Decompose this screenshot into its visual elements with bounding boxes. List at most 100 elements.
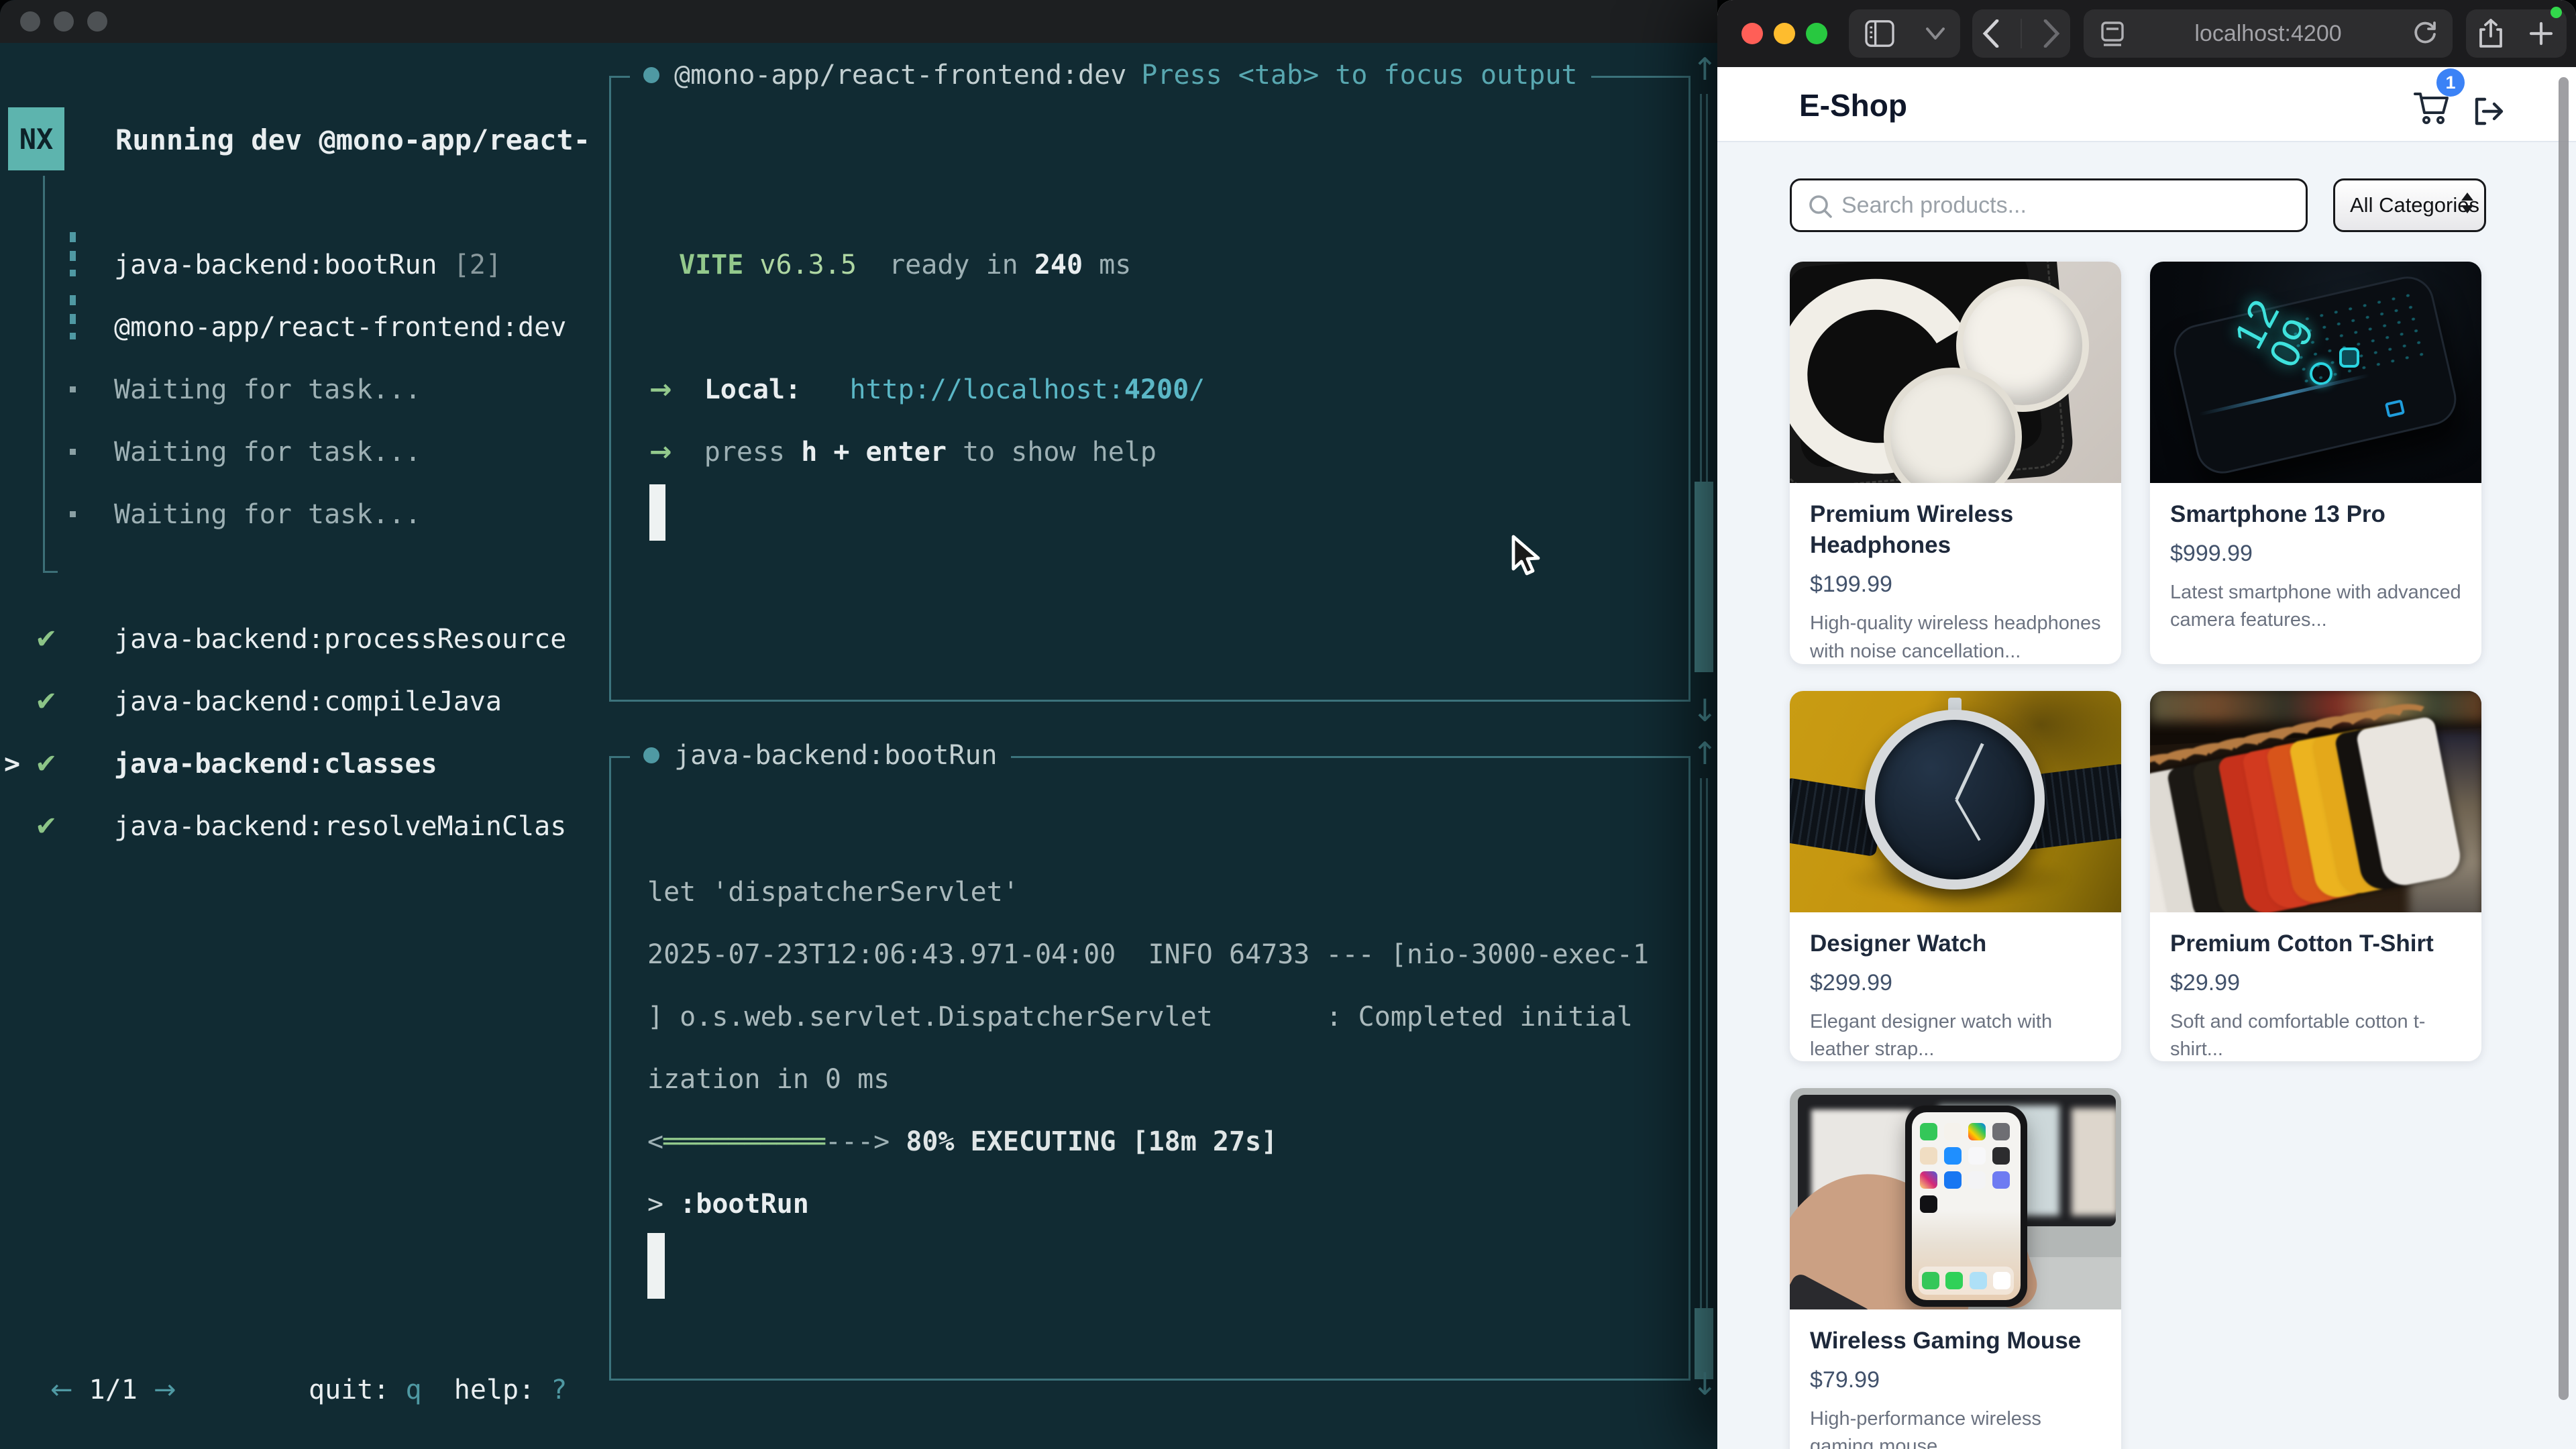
phone-in-hand-image (1790, 1088, 2121, 1309)
product-card-tshirt[interactable]: Premium Cotton T-Shirt $29.99 Soft and c… (2150, 691, 2481, 1061)
log-line: ] o.s.web.servlet.DispatcherServlet : Co… (647, 1004, 1633, 1030)
headphones-image (1790, 262, 2121, 483)
scroll-down-arrow[interactable]: ↓ (1692, 1366, 1717, 1402)
category-select[interactable]: All Categories (2333, 178, 2486, 232)
search-box (1790, 178, 2308, 232)
product-card-watch[interactable]: Designer Watch $299.99 Elegant designer … (1790, 691, 2121, 1061)
running-dot-icon (643, 67, 659, 83)
vite-ready-line: VITE v6.3.5 ready in 240 ms (679, 252, 1131, 278)
log-line: ization in 0 ms (647, 1066, 890, 1093)
product-description: High-performance wireless gaming mouse..… (1810, 1405, 2101, 1449)
product-card-headphones[interactable]: Premium Wireless Headphones $199.99 High… (1790, 262, 2121, 664)
watch-image (1790, 691, 2121, 912)
terminal-window: NX Running dev @mono-app/react- java-bac… (0, 0, 1717, 1449)
zoom-button[interactable] (87, 11, 107, 32)
screen-indicator-dot (2551, 7, 2562, 18)
check-icon: ✔ (35, 751, 58, 777)
product-card-smartphone[interactable]: 1209 Smartphone 13 Pro $999.99 Latest sm… (2150, 262, 2481, 664)
footer-key-hints: quit: q help: ? (309, 1377, 567, 1403)
backend-pane-header: java-backend:bootRun (630, 742, 1011, 769)
scrollbar-track[interactable] (1700, 778, 1708, 1308)
shop-header: E-Shop 1 (1717, 67, 2576, 142)
product-description: Elegant designer watch with leather stra… (1810, 1008, 2101, 1061)
share-icon[interactable] (2479, 19, 2503, 48)
waiting-dot-icon (70, 386, 76, 392)
task-row-compile-java[interactable]: java-backend:compileJava (114, 688, 502, 715)
cart-badge: 1 (2436, 68, 2465, 97)
scroll-up-arrow[interactable]: ↑ (1692, 735, 1717, 771)
divider (2021, 19, 2022, 48)
task-row-waiting: Waiting for task... (114, 439, 421, 466)
sidebar-icon[interactable] (1865, 20, 1894, 47)
task-row-resolve-main-class[interactable]: java-backend:resolveMainClas (114, 813, 566, 840)
close-button[interactable] (20, 11, 40, 32)
back-icon[interactable] (1982, 19, 2000, 48)
shop-title: E-Shop (1799, 87, 1907, 123)
product-description: High-quality wireless headphones with no… (1810, 610, 2101, 664)
log-line: 2025-07-23T12:06:43.971-04:00 INFO 64733… (647, 941, 1649, 968)
scrollbar-track[interactable] (1700, 94, 1708, 482)
product-price: $79.99 (1810, 1367, 2101, 1393)
category-select-value: All Categories (2350, 193, 2479, 217)
terminal-cursor (649, 484, 665, 541)
product-price: $999.99 (2170, 541, 2461, 567)
minimize-button[interactable] (54, 11, 74, 32)
terminal-sidebar-title: Running dev @mono-app/react- (115, 126, 590, 154)
task-row-frontend-dev[interactable]: @mono-app/react-frontend:dev (114, 314, 566, 341)
scrollbar-thumb[interactable] (1695, 482, 1713, 672)
check-icon: ✔ (35, 688, 58, 715)
toolbar-actions (2466, 9, 2567, 58)
safari-window: localhost:4200 E-Shop 1 All Categories (1717, 0, 2576, 1449)
close-button[interactable] (1741, 23, 1763, 44)
scroll-up-arrow[interactable]: ↑ (1692, 51, 1717, 87)
new-tab-icon[interactable] (2528, 21, 2554, 46)
select-stepper-icon (2461, 193, 2473, 213)
smartphone-image: 1209 (2150, 262, 2481, 483)
check-icon: ✔ (35, 626, 58, 653)
chevron-down-icon[interactable] (1926, 28, 1945, 40)
product-name: Smartphone 13 Pro (2170, 499, 2461, 530)
task-tree-guide (43, 176, 58, 573)
product-name: Wireless Gaming Mouse (1810, 1326, 2101, 1356)
browser-scrollbar-thumb[interactable] (2559, 77, 2569, 1400)
product-price: $29.99 (2170, 970, 2461, 996)
terminal-titlebar[interactable] (0, 0, 1717, 43)
search-input[interactable] (1841, 180, 2298, 230)
log-line: let 'dispatcherServlet' (647, 879, 1019, 906)
refresh-icon[interactable] (2412, 21, 2438, 47)
browser-titlebar[interactable]: localhost:4200 (1717, 0, 2576, 67)
task-spinner-icon (70, 232, 76, 276)
selected-task-chevron-icon: > (4, 751, 20, 777)
url-bar[interactable]: localhost:4200 (2084, 9, 2453, 58)
zoom-button[interactable] (1806, 23, 1827, 44)
task-row-classes-selected[interactable]: java-backend:classes (114, 751, 437, 777)
gradle-prompt-line: > :bootRun (647, 1191, 809, 1218)
logout-icon[interactable] (2473, 95, 2505, 127)
nav-buttons (1972, 9, 2070, 58)
task-row-bootrun[interactable]: java-backend:bootRun [2] (114, 252, 502, 278)
product-card-mouse[interactable]: Wireless Gaming Mouse $79.99 High-perfor… (1790, 1088, 2121, 1449)
product-price: $199.99 (1810, 572, 2101, 598)
waiting-dot-icon (70, 511, 76, 517)
forward-icon[interactable] (2043, 19, 2060, 48)
url-text[interactable]: localhost:4200 (2194, 21, 2341, 47)
vite-help-line: → press h + enter to show help (649, 439, 1157, 466)
minimize-button[interactable] (1774, 23, 1795, 44)
vite-local-url-line[interactable]: → Local: http://localhost:4200/ (649, 376, 1205, 403)
sidebar-toggle-group (1849, 9, 1960, 58)
tshirt-rack-image (2150, 691, 2481, 912)
product-description: Latest smartphone with advanced camera f… (2170, 579, 2461, 634)
gradle-progress-line: <══════════---> 80% EXECUTING [18m 27s] (647, 1128, 1277, 1155)
scroll-down-arrow[interactable]: ↓ (1692, 692, 1717, 729)
waiting-dot-icon (70, 449, 76, 455)
reader-icon[interactable] (2101, 21, 2124, 47)
cart-icon[interactable] (2412, 90, 2450, 127)
task-row-waiting: Waiting for task... (114, 376, 421, 403)
task-row-process-resource[interactable]: java-backend:processResource (114, 626, 566, 653)
task-spinner-icon (70, 295, 76, 339)
product-name: Premium Wireless Headphones (1810, 499, 2101, 561)
search-icon (1808, 194, 1833, 219)
product-price: $299.99 (1810, 970, 2101, 996)
pagination[interactable]: ← 1/1 → (50, 1377, 176, 1403)
product-name: Premium Cotton T-Shirt (2170, 928, 2461, 959)
